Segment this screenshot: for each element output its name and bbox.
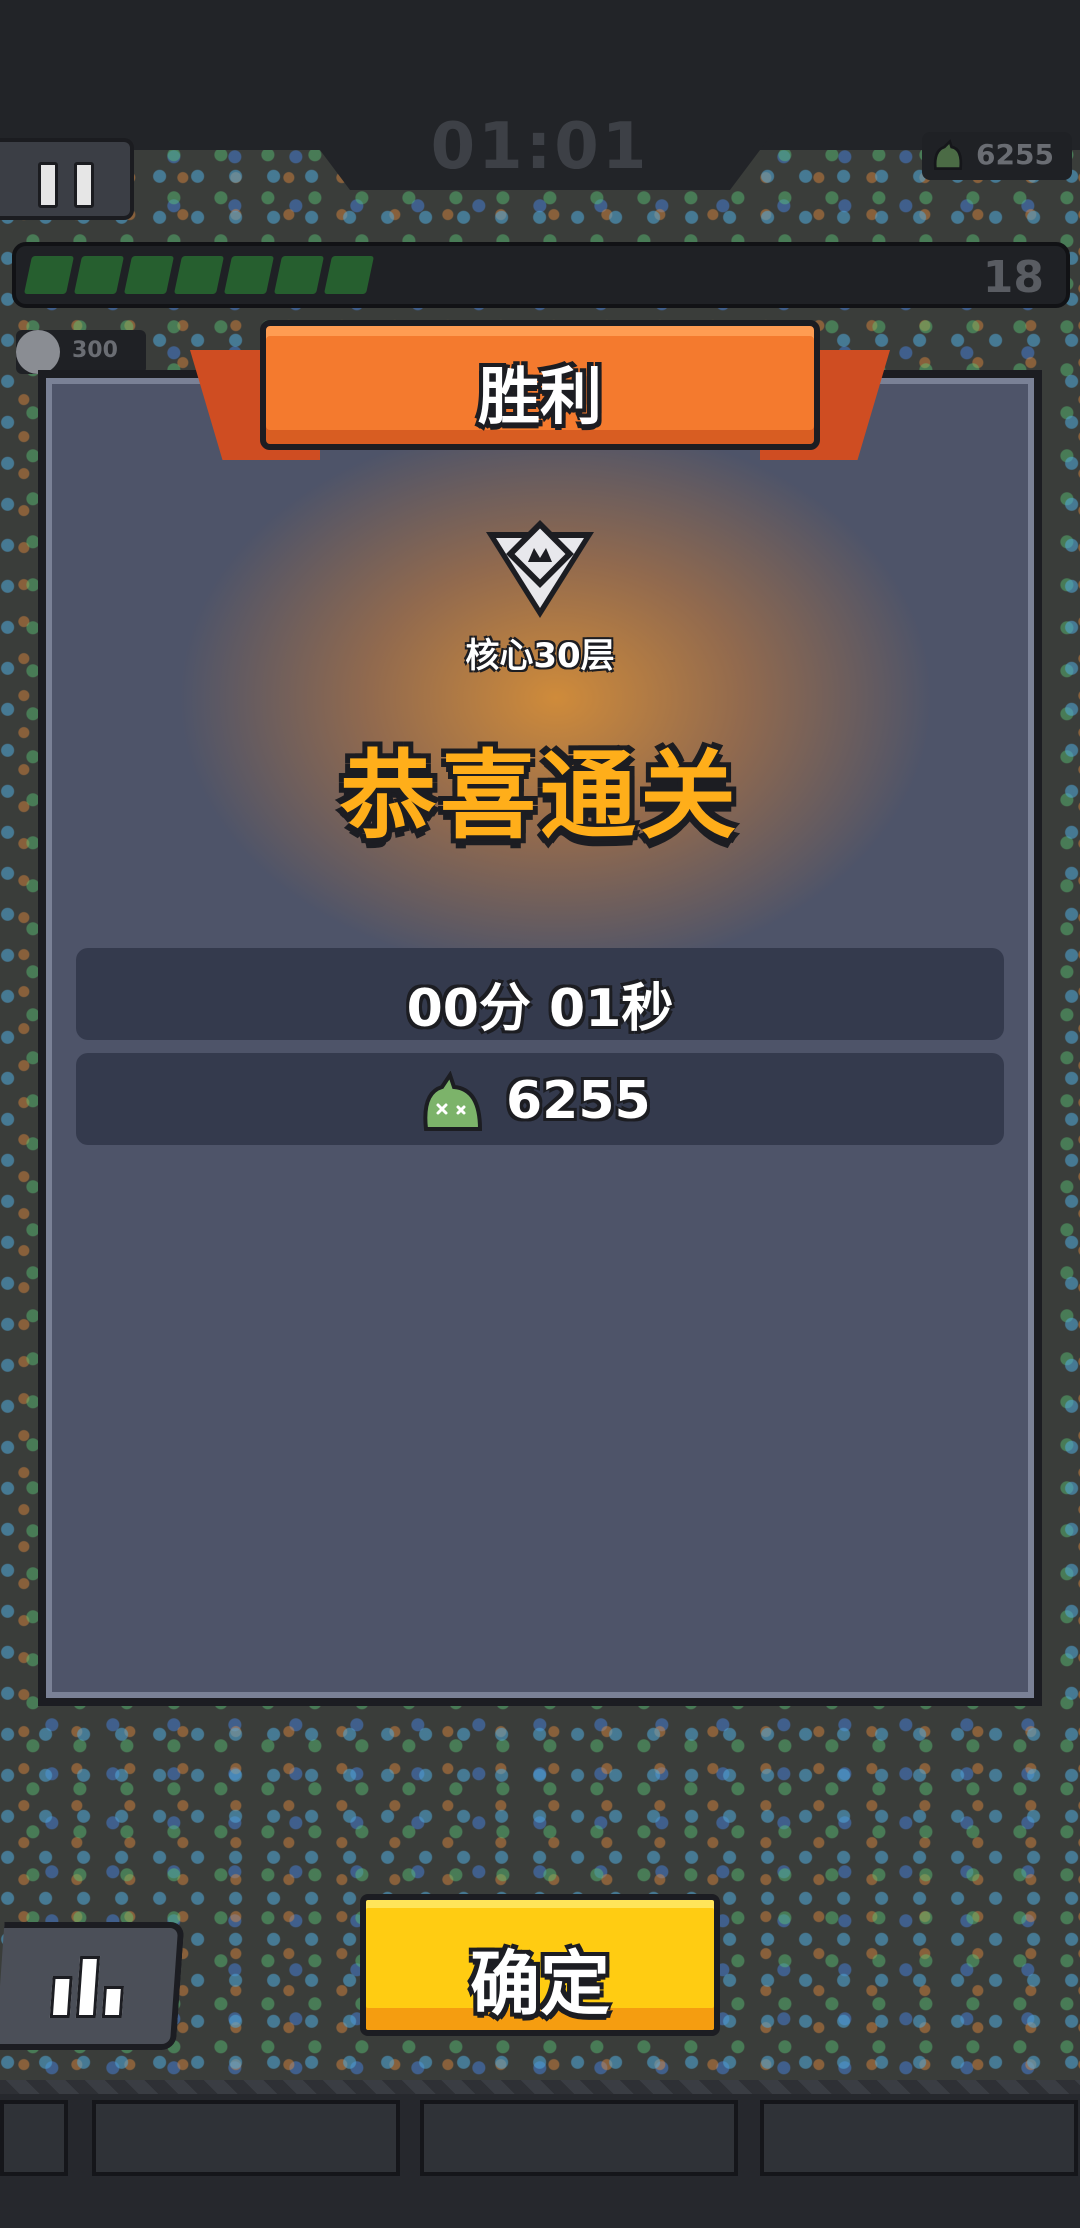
green-slime-icon: [933, 139, 963, 170]
floor-structure: [0, 2080, 1080, 2228]
xp-segment: [223, 256, 275, 294]
currency-value: 6255: [976, 138, 1054, 171]
xp-segment: [323, 256, 375, 294]
title-ribbon: 胜利: [190, 312, 890, 482]
xp-segment: [173, 256, 225, 294]
xp-segment: [273, 256, 325, 294]
xp-segment: [123, 256, 175, 294]
rank-badge-icon: [486, 520, 594, 618]
skull-icon: [16, 330, 60, 374]
headline-glow: [176, 418, 936, 978]
pause-button[interactable]: [0, 138, 134, 220]
time-result: 00分 01秒: [406, 979, 674, 1039]
stats-button[interactable]: [0, 1922, 185, 2050]
victory-headline: 恭喜通关: [340, 740, 740, 852]
confirm-button[interactable]: 确定: [360, 1894, 720, 2036]
confirm-label: 确定: [470, 1943, 610, 2025]
green-slime-icon: [423, 1071, 483, 1131]
time-result-row: 00分 01秒: [76, 948, 1004, 1040]
xp-progress-bar: 18: [12, 242, 1070, 308]
kill-counter: 300: [16, 330, 146, 374]
dialog-title: 胜利: [477, 360, 602, 433]
xp-segment: [23, 256, 75, 294]
currency-result-row: 6255: [76, 1053, 1004, 1145]
game-timer: 01:01: [430, 110, 650, 184]
kill-count-value: 300: [72, 338, 118, 363]
stage-name: 核心30层: [465, 636, 615, 676]
player-level: 18: [982, 252, 1044, 303]
currency-counter: 6255: [922, 132, 1072, 180]
xp-segment: [73, 256, 125, 294]
currency-result: 6255: [506, 1071, 651, 1131]
